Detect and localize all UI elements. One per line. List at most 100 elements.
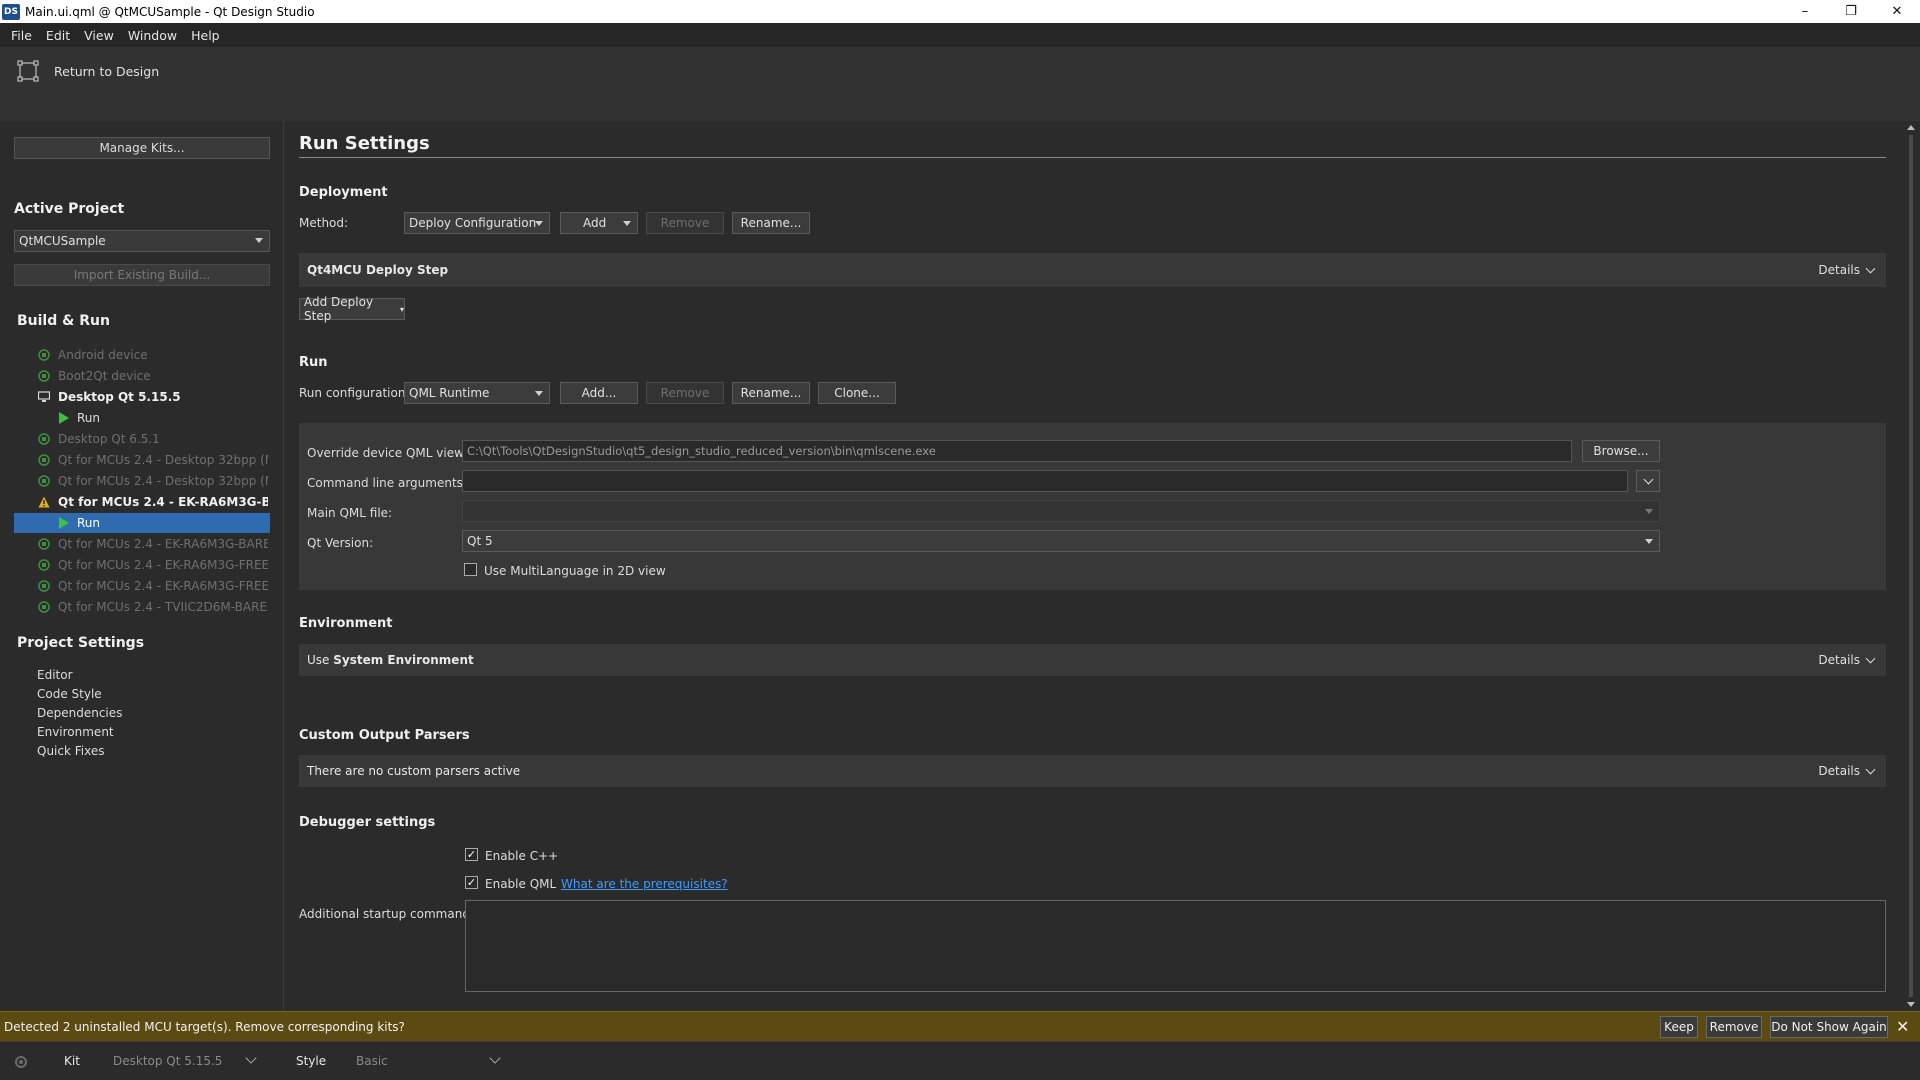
prerequisites-link[interactable]: What are the prerequisites? (561, 877, 728, 891)
kit-disabled-icon (38, 349, 50, 361)
kit-desktop-qt-6-5-1[interactable]: Desktop Qt 6.5.1 (38, 429, 268, 449)
maximize-button[interactable]: ❐ (1828, 0, 1874, 23)
project-settings-environment[interactable]: Environment (37, 725, 114, 739)
chevron-down-icon[interactable] (489, 1052, 501, 1064)
enable-qml-checkbox[interactable]: ✓ (465, 876, 478, 889)
deploy-step-bar[interactable]: Qt4MCU Deploy Step Details (299, 253, 1886, 287)
run-rename-button[interactable]: Rename... (732, 382, 810, 404)
build-run-heading: Build & Run (17, 313, 110, 329)
manage-kits-button[interactable]: Manage Kits... (14, 137, 270, 159)
kit-desktop-run-item[interactable]: Run (14, 408, 270, 428)
keep-button[interactable]: Keep (1660, 1016, 1698, 1038)
kit-android-device[interactable]: Android device (38, 345, 268, 365)
kit-disabled-icon (38, 370, 50, 382)
project-settings-code-style[interactable]: Code Style (37, 687, 102, 701)
chevron-down-icon (535, 221, 543, 226)
import-existing-build-button[interactable]: Import Existing Build... (14, 264, 270, 286)
deploy-remove-button[interactable]: Remove (646, 212, 724, 234)
environment-use-label: Use (307, 653, 330, 667)
run-configuration-select[interactable]: QML Runtime (404, 382, 550, 404)
kit-disabled-icon (38, 454, 50, 466)
chevron-down-icon[interactable] (245, 1052, 257, 1064)
debugger-settings-heading: Debugger settings (299, 815, 436, 830)
kit-boot2qt-device[interactable]: Boot2Qt device (38, 366, 268, 386)
remove-kits-button[interactable]: Remove (1706, 1016, 1762, 1038)
gear-icon[interactable] (13, 1054, 29, 1070)
kit-mcu-desktop-ms[interactable]: Qt for MCUs 2.4 - Desktop 32bpp (MS... (38, 471, 268, 491)
kit-mcu-run-item-selected[interactable]: Run (14, 513, 270, 533)
kit-desktop-qt-5-15-5[interactable]: Desktop Qt 5.15.5 (38, 387, 268, 407)
override-qml-viewer-input[interactable]: C:\Qt\Tools\QtDesignStudio\qt5_design_st… (462, 440, 1572, 462)
status-bar: Kit Desktop Qt 5.15.5 Style Basic (0, 1041, 1920, 1080)
do-not-show-again-button[interactable]: Do Not Show Again (1770, 1016, 1888, 1038)
menu-edit[interactable]: Edit (39, 28, 77, 43)
command-line-expand-button[interactable] (1636, 470, 1660, 492)
deploy-add-button[interactable]: Add (560, 212, 638, 234)
environment-bar[interactable]: Use System Environment Details (299, 644, 1886, 676)
deploy-rename-button[interactable]: Rename... (732, 212, 810, 234)
main-qml-file-select[interactable] (462, 500, 1660, 522)
monitor-icon (38, 391, 50, 403)
run-icon (59, 517, 69, 529)
run-clone-button[interactable]: Clone... (818, 382, 896, 404)
kit-mcu-ek-ra6m3g-bare-active[interactable]: Qt for MCUs 2.4 - EK-RA6M3G-BARE... (38, 492, 268, 512)
run-settings-panel: Run Settings Deployment Method: Deploy C… (286, 121, 1902, 1011)
deploy-step-details-toggle[interactable]: Details (1818, 263, 1876, 277)
deploy-method-select[interactable]: Deploy Configuration (404, 212, 550, 234)
title-bar: DS Main.ui.qml @ QtMCUSample - Qt Design… (0, 0, 1920, 23)
close-notification-icon[interactable]: ✕ (1896, 1017, 1909, 1036)
project-settings-dependencies[interactable]: Dependencies (37, 706, 122, 720)
scroll-track[interactable] (1909, 135, 1913, 997)
kit-mcu-ek-ra6m3g-bare-2[interactable]: Qt for MCUs 2.4 - EK-RA6M3G-BARE... (38, 534, 268, 554)
kit-mcu-ek-ra6m3g-freer-1[interactable]: Qt for MCUs 2.4 - EK-RA6M3G-FREER... (38, 555, 268, 575)
style-select-value[interactable]: Basic (356, 1054, 388, 1068)
close-window-button[interactable]: ✕ (1874, 0, 1920, 23)
custom-parsers-bar[interactable]: There are no custom parsers active Detai… (299, 755, 1886, 787)
active-project-select[interactable]: QtMCUSample (14, 230, 270, 252)
environment-heading: Environment (299, 616, 393, 631)
kit-mcu-ek-ra6m3g-freer-2[interactable]: Qt for MCUs 2.4 - EK-RA6M3G-FREER... (38, 576, 268, 596)
custom-output-parsers-heading: Custom Output Parsers (299, 728, 470, 743)
kit-mcu-desktop-mi[interactable]: Qt for MCUs 2.4 - Desktop 32bpp (MI... (38, 450, 268, 470)
add-deploy-step-button[interactable]: Add Deploy Step ▾ (299, 295, 405, 323)
deployment-heading: Deployment (299, 185, 388, 200)
page-title: Run Settings (299, 133, 430, 154)
chevron-down-icon (1865, 653, 1876, 663)
custom-parsers-details-toggle[interactable]: Details (1818, 764, 1876, 778)
scroll-down-icon[interactable] (1907, 1002, 1915, 1007)
vertical-scrollbar[interactable] (1902, 121, 1920, 1011)
kit-disabled-icon (38, 601, 50, 613)
project-settings-quick-fixes[interactable]: Quick Fixes (37, 744, 104, 758)
chevron-down-icon (255, 238, 263, 243)
command-line-arguments-input[interactable] (462, 470, 1628, 492)
use-multilanguage-label: Use MultiLanguage in 2D view (484, 564, 666, 578)
scroll-up-icon[interactable] (1907, 125, 1915, 130)
style-label: Style (296, 1054, 327, 1068)
projects-sidebar: Manage Kits... Active Project QtMCUSampl… (0, 121, 284, 1011)
use-multilanguage-checkbox[interactable] (464, 563, 477, 576)
run-add-button[interactable]: Add... (560, 382, 638, 404)
method-label: Method: (299, 216, 349, 230)
kit-select-value[interactable]: Desktop Qt 5.15.5 (113, 1054, 222, 1068)
environment-details-toggle[interactable]: Details (1818, 653, 1876, 667)
minimize-button[interactable]: – (1782, 0, 1828, 23)
menu-help[interactable]: Help (184, 28, 227, 43)
kit-mcu-tviic2d6m-barem[interactable]: Qt for MCUs 2.4 - TVIIC2D6M-BAREM... (38, 597, 268, 617)
project-settings-editor[interactable]: Editor (37, 668, 73, 682)
menu-window[interactable]: Window (121, 28, 184, 43)
enable-cpp-checkbox[interactable]: ✓ (465, 848, 478, 861)
chevron-down-icon: ▾ (399, 304, 404, 314)
return-to-design-button[interactable]: Return to Design (16, 59, 159, 83)
active-project-heading: Active Project (14, 201, 125, 217)
qt-version-select[interactable]: Qt 5 (462, 530, 1660, 552)
menu-view[interactable]: View (77, 28, 121, 43)
menu-bar: File Edit View Window Help (0, 23, 1920, 47)
additional-startup-commands-input[interactable] (465, 900, 1886, 992)
app-logo-icon: DS (2, 3, 20, 20)
browse-button[interactable]: Browse... (1582, 440, 1660, 462)
menu-file[interactable]: File (4, 28, 39, 43)
additional-startup-commands-label: Additional startup commands: (299, 907, 481, 921)
chevron-down-icon (1645, 539, 1653, 544)
run-icon (59, 412, 69, 424)
run-remove-button[interactable]: Remove (646, 382, 724, 404)
